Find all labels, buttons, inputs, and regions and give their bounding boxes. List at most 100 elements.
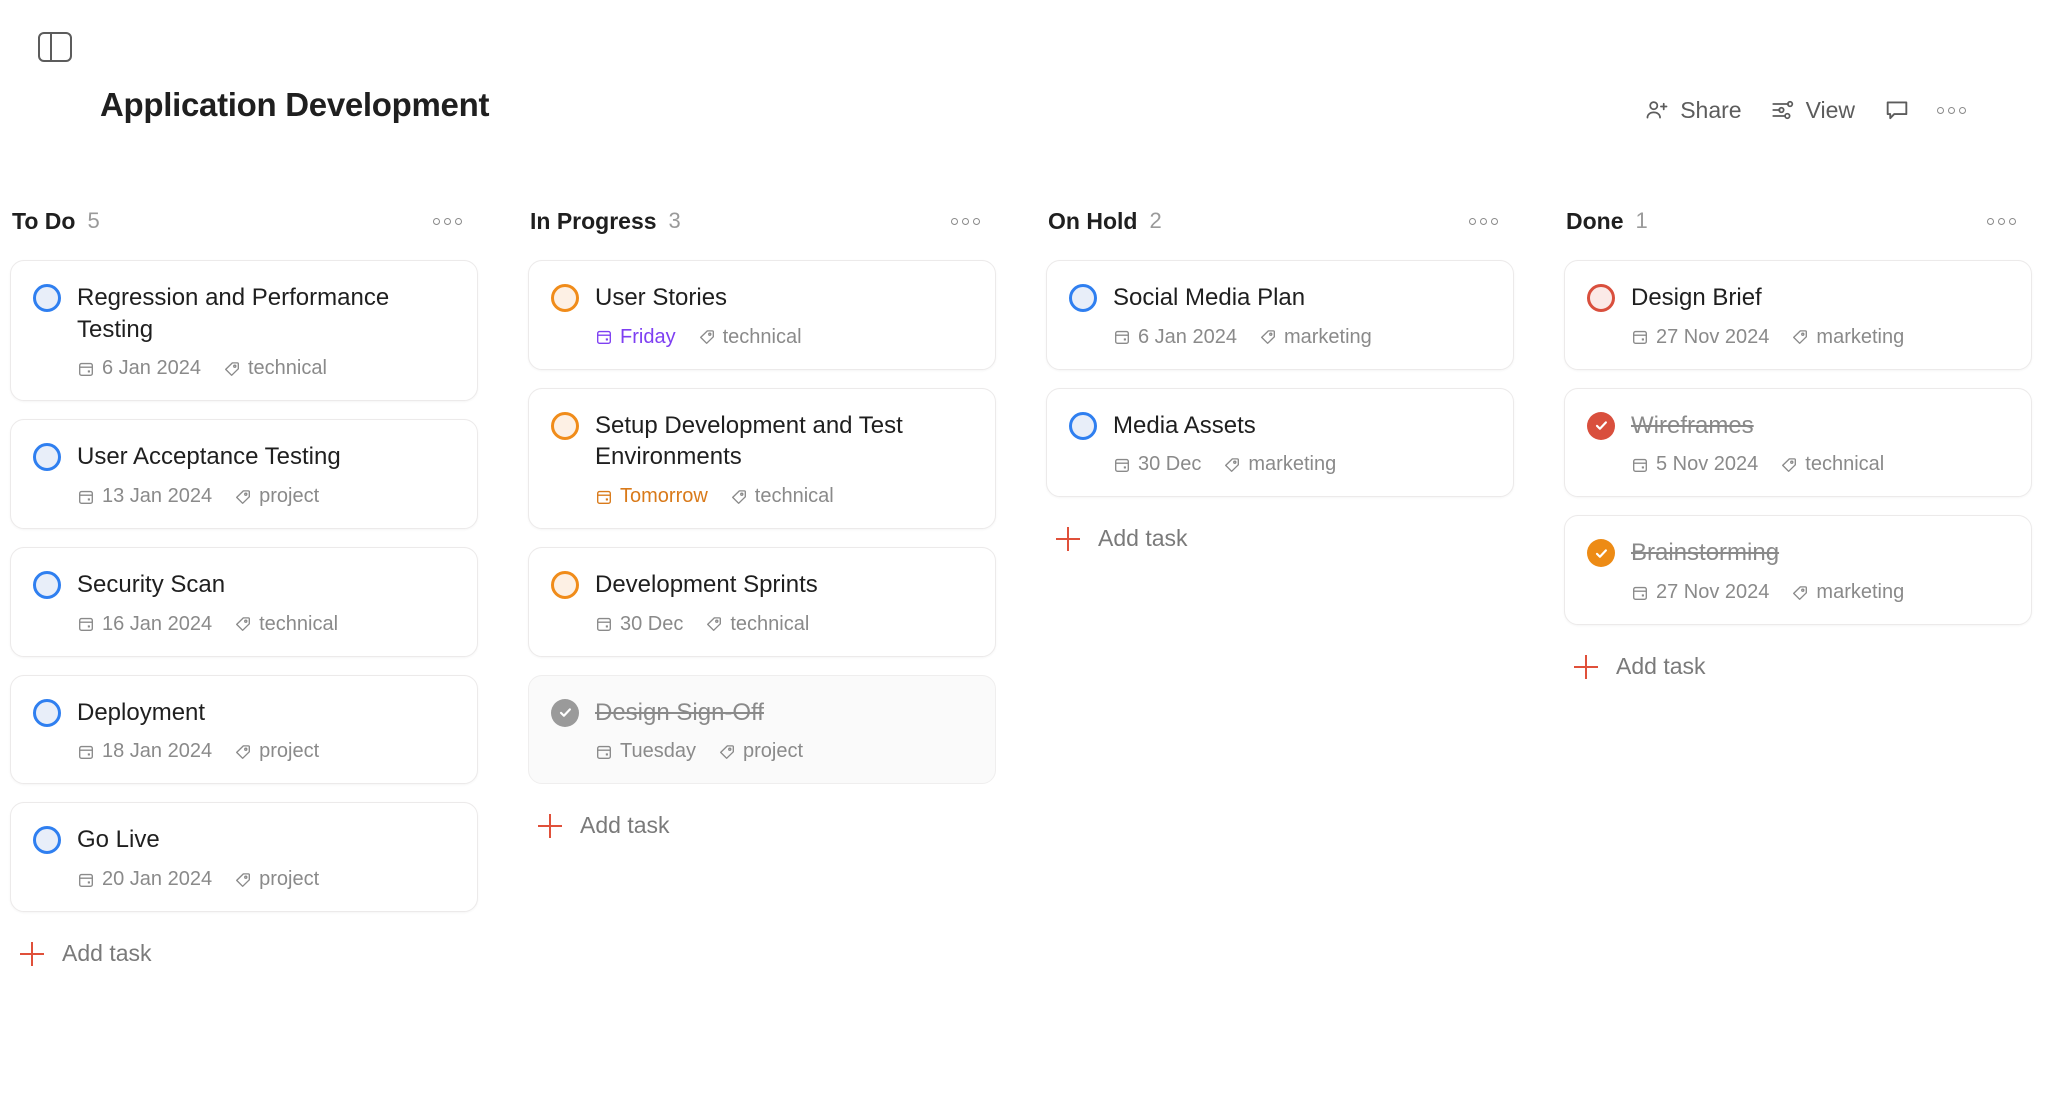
task-checkbox-icon[interactable]: [551, 411, 579, 440]
task-due-date[interactable]: Tuesday: [595, 740, 696, 763]
task-checkbox-checked-icon[interactable]: [1587, 539, 1615, 568]
task-card[interactable]: Design Brief 27 Nov 2024 marketing: [1564, 260, 2032, 370]
sidebar-toggle-icon[interactable]: [38, 32, 72, 62]
task-card[interactable]: Development Sprints 30 Dec technical: [528, 547, 996, 657]
more-horizontal-icon: [1491, 217, 1498, 225]
task-checkbox-icon[interactable]: [33, 571, 61, 600]
task-label[interactable]: project: [234, 485, 319, 508]
task-card[interactable]: User Acceptance Testing 13 Jan 2024 projec…: [10, 419, 478, 530]
more-horizontal-icon: [1480, 217, 1487, 225]
task-card[interactable]: Design Sign-Off Tuesday project: [528, 674, 996, 785]
person-add-icon: [1644, 97, 1670, 123]
task-due-date[interactable]: Friday: [595, 326, 676, 349]
top-bar: Application Development Share View: [0, 0, 2048, 160]
task-due-date[interactable]: 20 Jan 2024: [77, 868, 212, 891]
calendar-icon: [1113, 328, 1131, 346]
task-checkbox-icon[interactable]: [33, 284, 61, 312]
task-label-text: technical: [730, 612, 810, 635]
task-label[interactable]: marketing: [1791, 581, 1904, 604]
task-label[interactable]: technical: [730, 485, 834, 508]
task-label-text: marketing: [1816, 325, 1905, 348]
task-meta: Friday technical: [595, 326, 973, 349]
task-checkbox-icon[interactable]: [33, 698, 61, 727]
add-task-label: Add task: [1098, 525, 1188, 552]
column-menu-button[interactable]: [939, 208, 992, 235]
task-label[interactable]: technical: [234, 613, 338, 636]
task-title: User Stories: [595, 284, 728, 311]
task-card[interactable]: Go Live 20 Jan 2024 project: [10, 802, 478, 913]
task-due-date[interactable]: 18 Jan 2024: [77, 740, 212, 763]
task-due-date[interactable]: 13 Jan 2024: [77, 485, 212, 508]
column-cards: Social Media Plan 6 Jan 2024 marketing Medi…: [1046, 260, 1514, 498]
column-menu-button[interactable]: [1457, 208, 1510, 235]
more-horizontal-icon: [433, 217, 440, 225]
task-checkbox-icon[interactable]: [33, 443, 61, 472]
task-card[interactable]: Social Media Plan 6 Jan 2024 marketing: [1046, 260, 1514, 370]
task-label[interactable]: project: [234, 740, 319, 763]
task-card-row: Design Brief: [1587, 281, 2009, 314]
task-due-date[interactable]: 27 Nov 2024: [1631, 326, 1769, 349]
task-label[interactable]: technical: [705, 613, 809, 636]
task-due-date[interactable]: 6 Jan 2024: [1113, 326, 1237, 349]
calendar-icon: [1631, 328, 1649, 346]
more-horizontal-icon: [1948, 106, 1955, 114]
task-label[interactable]: marketing: [1259, 326, 1372, 349]
task-due-date-label: 30 Dec: [1138, 453, 1202, 476]
task-card[interactable]: Wireframes 5 Nov 2024 technical: [1564, 387, 2032, 498]
task-label[interactable]: technical: [1780, 453, 1884, 476]
task-label[interactable]: project: [234, 868, 319, 891]
task-due-date-label: Tomorrow: [620, 485, 708, 508]
task-due-date-label: 27 Nov 2024: [1656, 325, 1770, 348]
share-button[interactable]: Share: [1630, 91, 1755, 129]
column-menu-button[interactable]: [1975, 208, 2028, 235]
task-card[interactable]: Brainstorming 27 Nov 2024 marketing: [1564, 515, 2032, 626]
task-label[interactable]: marketing: [1791, 326, 1904, 349]
task-due-date[interactable]: Tomorrow: [595, 485, 708, 508]
task-meta: Tomorrow technical: [595, 485, 973, 508]
add-task-button[interactable]: Add task: [1564, 643, 1710, 690]
calendar-icon: [77, 743, 95, 761]
task-label[interactable]: technical: [698, 326, 802, 349]
calendar-icon: [595, 743, 613, 761]
task-card[interactable]: Regression and Performance Testing 6 Jan …: [10, 260, 478, 402]
view-button[interactable]: View: [1756, 91, 1869, 129]
column-menu-button[interactable]: [421, 208, 474, 235]
more-horizontal-icon: [2009, 217, 2016, 225]
task-checkbox-icon[interactable]: [551, 571, 579, 600]
task-due-date[interactable]: 5 Nov 2024: [1631, 453, 1758, 476]
tag-icon: [730, 488, 748, 506]
task-label[interactable]: technical: [223, 357, 327, 380]
task-label[interactable]: project: [718, 740, 803, 763]
plus-icon: [20, 941, 44, 966]
task-checkbox-icon[interactable]: [33, 826, 61, 855]
task-due-date[interactable]: 30 Dec: [595, 613, 683, 636]
tag-icon: [1791, 584, 1809, 602]
task-due-date[interactable]: 30 Dec: [1113, 453, 1201, 476]
task-card[interactable]: Media Assets 30 Dec marketing: [1046, 387, 1514, 498]
task-label-text: project: [742, 740, 803, 763]
task-card[interactable]: Setup Development and Test Environments T…: [528, 387, 996, 530]
task-label-text: marketing: [1283, 325, 1372, 348]
task-checkbox-icon[interactable]: [1069, 411, 1097, 440]
add-task-button[interactable]: Add task: [10, 930, 156, 977]
task-card-row: Go Live: [33, 823, 455, 856]
task-meta: 18 Jan 2024 project: [77, 740, 455, 763]
task-due-date[interactable]: 6 Jan 2024: [77, 357, 201, 380]
task-checkbox-icon[interactable]: [1069, 284, 1097, 312]
task-label[interactable]: marketing: [1223, 453, 1336, 476]
more-options-button[interactable]: [1925, 97, 1978, 124]
task-due-date[interactable]: 27 Nov 2024: [1631, 581, 1769, 604]
task-label-text: marketing: [1816, 581, 1905, 604]
task-checkbox-checked-icon[interactable]: [1587, 411, 1615, 440]
task-checkbox-icon[interactable]: [551, 284, 579, 312]
task-card-row: Social Media Plan: [1069, 281, 1491, 314]
add-task-button[interactable]: Add task: [1046, 515, 1192, 562]
task-due-date[interactable]: 16 Jan 2024: [77, 613, 212, 636]
task-card[interactable]: Security Scan 16 Jan 2024 technical: [10, 547, 478, 657]
task-checkbox-checked-icon[interactable]: [551, 698, 579, 727]
task-card[interactable]: User Stories Friday technical: [528, 260, 996, 370]
task-card[interactable]: Deployment 18 Jan 2024 project: [10, 674, 478, 785]
comments-button[interactable]: [1869, 90, 1925, 130]
task-checkbox-icon[interactable]: [1587, 284, 1615, 312]
add-task-button[interactable]: Add task: [528, 802, 674, 849]
